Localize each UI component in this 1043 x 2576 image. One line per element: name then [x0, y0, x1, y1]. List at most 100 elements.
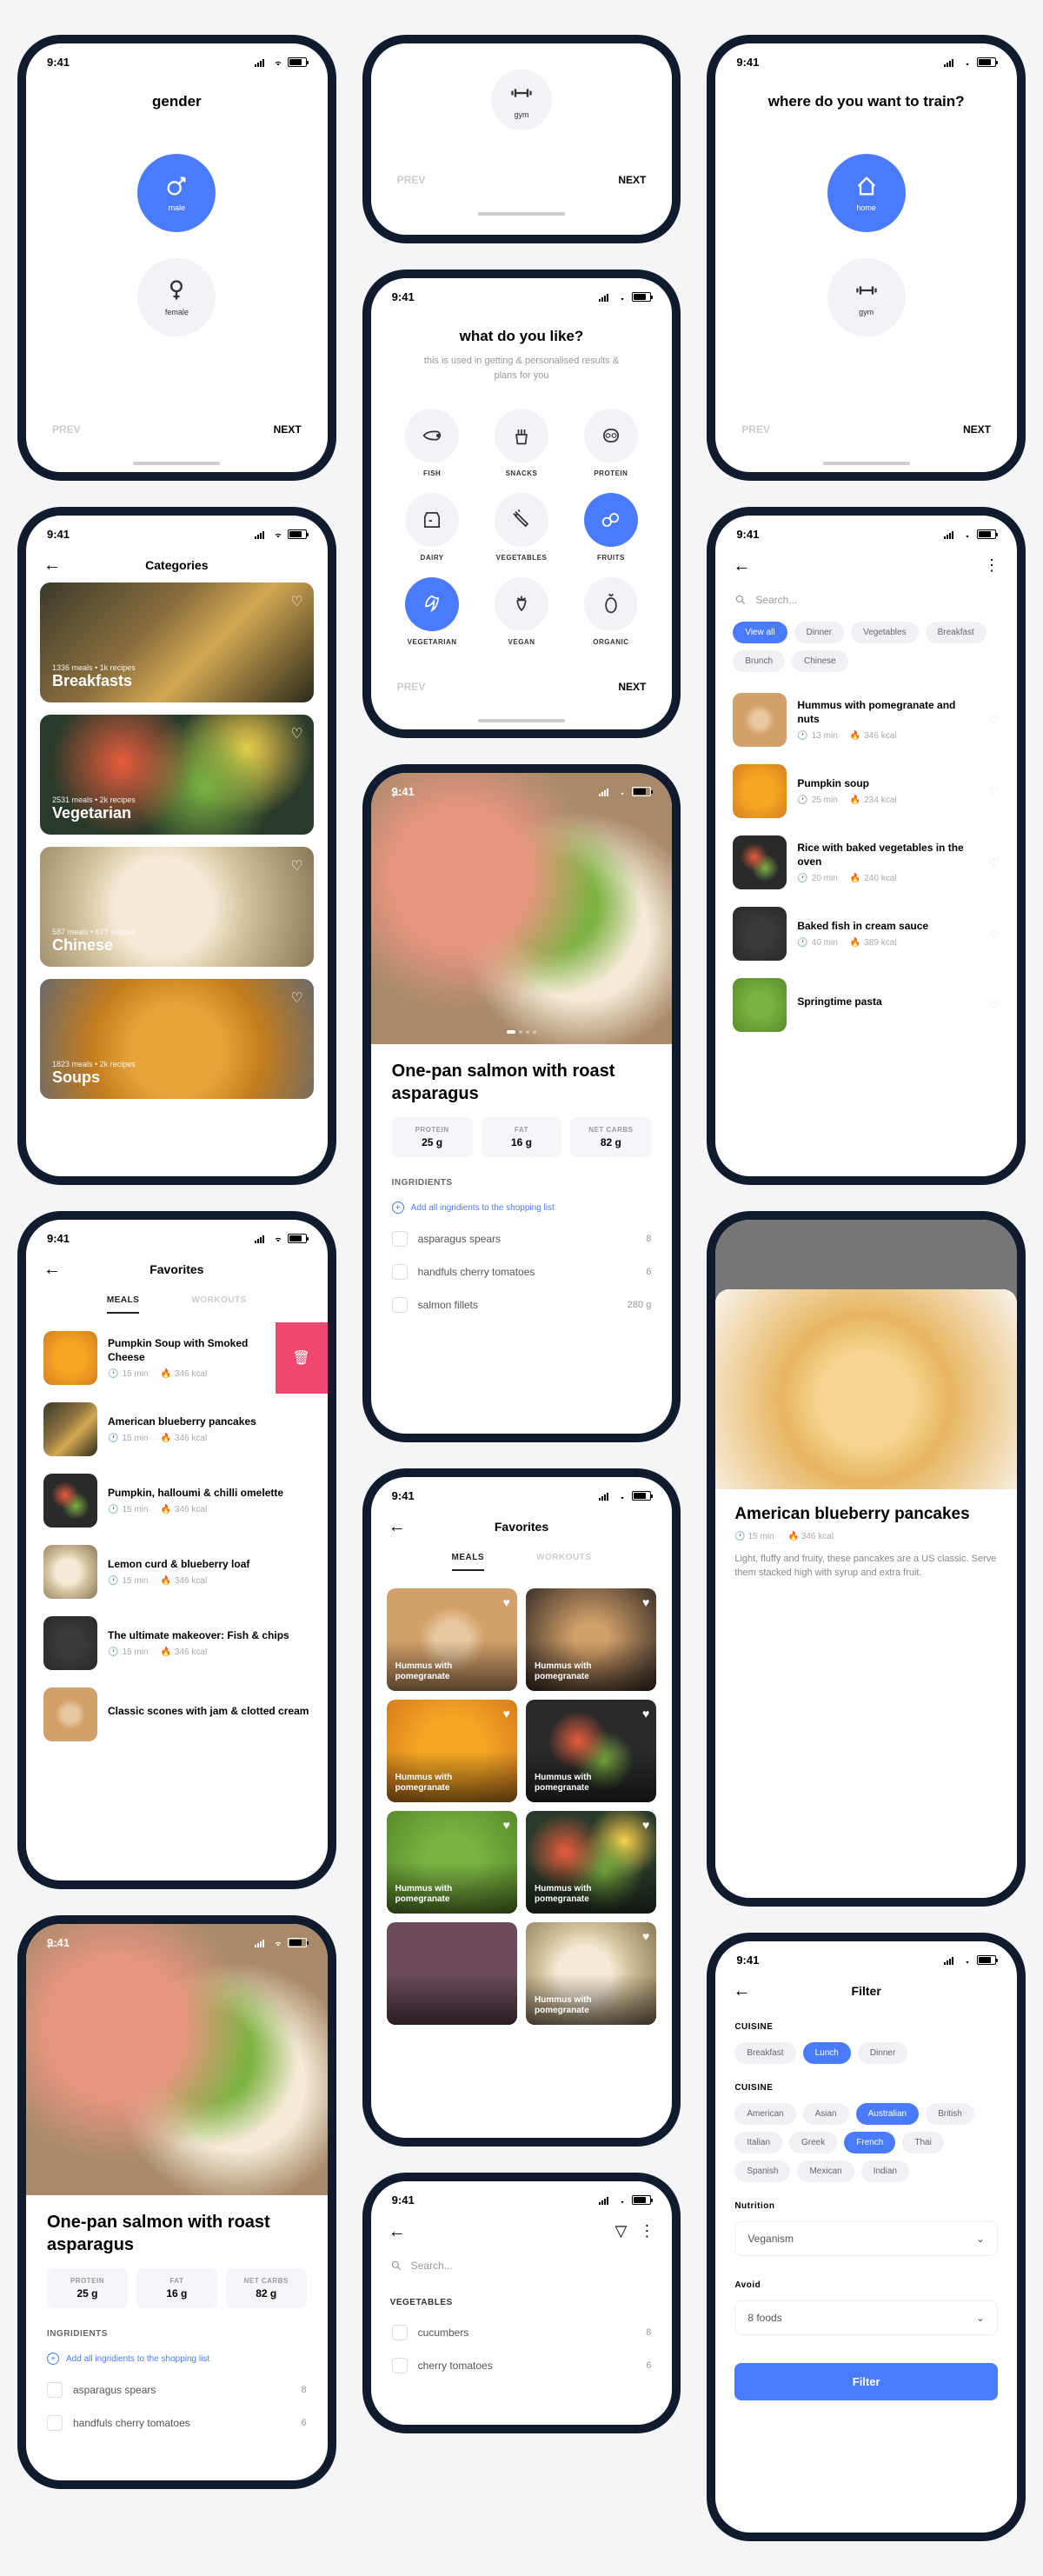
ingredient-row[interactable]: handfuls cherry tomatoes6: [371, 1255, 673, 1288]
prev-button[interactable]: PREV: [741, 423, 770, 436]
gender-female-option[interactable]: female: [137, 258, 216, 336]
ingredient-row[interactable]: salmon fillets280 g: [371, 1288, 673, 1321]
category-card[interactable]: ♡2531 meals • 2k recipesVegetarian: [40, 715, 314, 835]
back-icon[interactable]: ←: [43, 1261, 61, 1278]
category-card[interactable]: ♡587 meals • 677 recipesChinese: [40, 847, 314, 967]
home-option[interactable]: home: [827, 154, 906, 232]
fish-option[interactable]: [405, 409, 459, 463]
heart-icon[interactable]: ♡: [988, 927, 1000, 942]
gym-option[interactable]: gym: [827, 258, 906, 336]
chip[interactable]: Vegetables: [851, 622, 919, 643]
gender-male-option[interactable]: male: [137, 154, 216, 232]
chip[interactable]: Brunch: [733, 650, 785, 672]
chip[interactable]: Dinner: [858, 2042, 907, 2064]
protein-option[interactable]: [584, 409, 638, 463]
chip[interactable]: Breakfast: [734, 2042, 795, 2064]
vegetarian-option[interactable]: [405, 577, 459, 631]
ingredient-row[interactable]: handfuls cherry tomatoes6: [26, 2406, 328, 2440]
grid-card[interactable]: ♥Hummus with pomegranate: [526, 1922, 656, 2025]
chip[interactable]: Chinese: [792, 650, 848, 672]
filter-icon[interactable]: ▽: [615, 2222, 627, 2240]
chip[interactable]: Asian: [803, 2103, 849, 2125]
chip[interactable]: Dinner: [794, 622, 844, 643]
heart-icon[interactable]: ♡: [988, 713, 1000, 728]
heart-icon[interactable]: ♡: [988, 784, 1000, 799]
search-input[interactable]: Search...: [371, 2249, 673, 2282]
back-icon[interactable]: ←: [733, 1982, 750, 2000]
back-icon[interactable]: ←: [389, 1518, 406, 1535]
chip[interactable]: Italian: [734, 2132, 782, 2153]
chip[interactable]: Thai: [902, 2132, 943, 2153]
recipe-row[interactable]: The ultimate makeover: Fish & chips🕐 15 …: [43, 1608, 310, 1679]
recipe-row[interactable]: Springtime pasta♡: [733, 969, 1000, 1041]
vegetables-option[interactable]: [495, 493, 548, 547]
category-card[interactable]: ♡1823 meals • 2k recipesSoups: [40, 979, 314, 1099]
back-icon[interactable]: ←: [733, 557, 750, 575]
tab-meals[interactable]: MEALS: [107, 1295, 140, 1314]
recipe-row[interactable]: Classic scones with jam & clotted cream: [43, 1679, 310, 1750]
heart-icon[interactable]: ♡: [290, 725, 302, 742]
ingredient-row[interactable]: asparagus spears8: [371, 1222, 673, 1255]
heart-icon[interactable]: ♡: [290, 989, 302, 1007]
grid-card[interactable]: ♥Hummus with pomegranate: [526, 1700, 656, 1802]
chip[interactable]: American: [734, 2103, 795, 2125]
grid-card[interactable]: ♥Hummus with pomegranate: [387, 1811, 517, 1914]
tab-workouts[interactable]: WORKOUTS: [191, 1295, 246, 1314]
back-icon[interactable]: ←: [389, 2223, 406, 2240]
recipe-row[interactable]: Hummus with pomegranate and nuts🕐 13 min…: [733, 684, 1000, 755]
filter-button[interactable]: Filter: [734, 2363, 998, 2400]
grid-card[interactable]: ♥Hummus with pomegranate: [526, 1588, 656, 1691]
prev-button[interactable]: PREV: [397, 681, 426, 693]
recipe-row[interactable]: American blueberry pancakes🕐 15 min🔥 346…: [43, 1394, 310, 1465]
organic-option[interactable]: [584, 577, 638, 631]
chip[interactable]: View all: [733, 622, 787, 643]
add-all-button[interactable]: +Add all ingridients to the shopping lis…: [26, 2344, 328, 2373]
next-button[interactable]: NEXT: [274, 423, 302, 436]
heart-icon[interactable]: ♡: [988, 998, 1000, 1013]
heart-icon[interactable]: ♡: [290, 857, 302, 875]
chip[interactable]: Spanish: [734, 2160, 790, 2182]
next-button[interactable]: NEXT: [963, 423, 991, 436]
recipe-row[interactable]: Pumpkin, halloumi & chilli omelette🕐 15 …: [43, 1465, 310, 1536]
chip[interactable]: Lunch: [803, 2042, 851, 2064]
recipe-row[interactable]: Pumpkin soup🕐 25 min🔥 234 kcal♡: [733, 755, 1000, 827]
recipe-row[interactable]: Rice with baked vegetables in the oven🕐 …: [733, 827, 1000, 898]
fruits-option[interactable]: [584, 493, 638, 547]
gym-option[interactable]: gym: [491, 70, 552, 130]
recipe-row[interactable]: Lemon curd & blueberry loaf🕐 15 min🔥 346…: [43, 1536, 310, 1608]
chip[interactable]: Indian: [861, 2160, 909, 2182]
ingredient-row[interactable]: cherry tomatoes6: [371, 2349, 673, 2382]
vegan-option[interactable]: [495, 577, 548, 631]
recipe-row[interactable]: Baked fish in cream sauce🕐 40 min🔥 389 k…: [733, 898, 1000, 969]
more-icon[interactable]: ⋮: [984, 556, 1000, 575]
tab-workouts[interactable]: WORKOUTS: [536, 1553, 591, 1571]
nutrition-dropdown[interactable]: Veganism⌄: [734, 2221, 998, 2256]
chip[interactable]: Australian: [856, 2103, 919, 2125]
next-button[interactable]: NEXT: [618, 681, 646, 693]
chip[interactable]: British: [926, 2103, 974, 2125]
add-all-button[interactable]: +Add all ingridients to the shopping lis…: [371, 1193, 673, 1222]
grid-card[interactable]: ♥Hummus with pomegranate: [526, 1811, 656, 1914]
tab-meals[interactable]: MEALS: [452, 1553, 485, 1571]
grid-card[interactable]: [387, 1922, 517, 2025]
delete-button[interactable]: 🗑: [276, 1322, 328, 1394]
prev-button[interactable]: PREV: [52, 423, 81, 436]
prev-button[interactable]: PREV: [397, 174, 426, 186]
category-card[interactable]: ♡1336 meals • 1k recipesBreakfasts: [40, 582, 314, 702]
heart-icon[interactable]: ♡: [290, 593, 302, 610]
chip[interactable]: Mexican: [797, 2160, 854, 2182]
more-icon[interactable]: ⋮: [639, 2222, 654, 2240]
grid-card[interactable]: ♥Hummus with pomegranate: [387, 1588, 517, 1691]
back-icon[interactable]: ←: [43, 556, 61, 574]
snacks-option[interactable]: [495, 409, 548, 463]
chip[interactable]: Breakfast: [926, 622, 987, 643]
grid-card[interactable]: ♥Hummus with pomegranate: [387, 1700, 517, 1802]
ingredient-row[interactable]: asparagus spears8: [26, 2373, 328, 2406]
chip[interactable]: French: [844, 2132, 895, 2153]
search-input[interactable]: Search...: [715, 583, 1017, 616]
dairy-option[interactable]: [405, 493, 459, 547]
heart-icon[interactable]: ♡: [988, 855, 1000, 870]
next-button[interactable]: NEXT: [618, 174, 646, 186]
avoid-dropdown[interactable]: 8 foods⌄: [734, 2300, 998, 2335]
chip[interactable]: Greek: [789, 2132, 837, 2153]
